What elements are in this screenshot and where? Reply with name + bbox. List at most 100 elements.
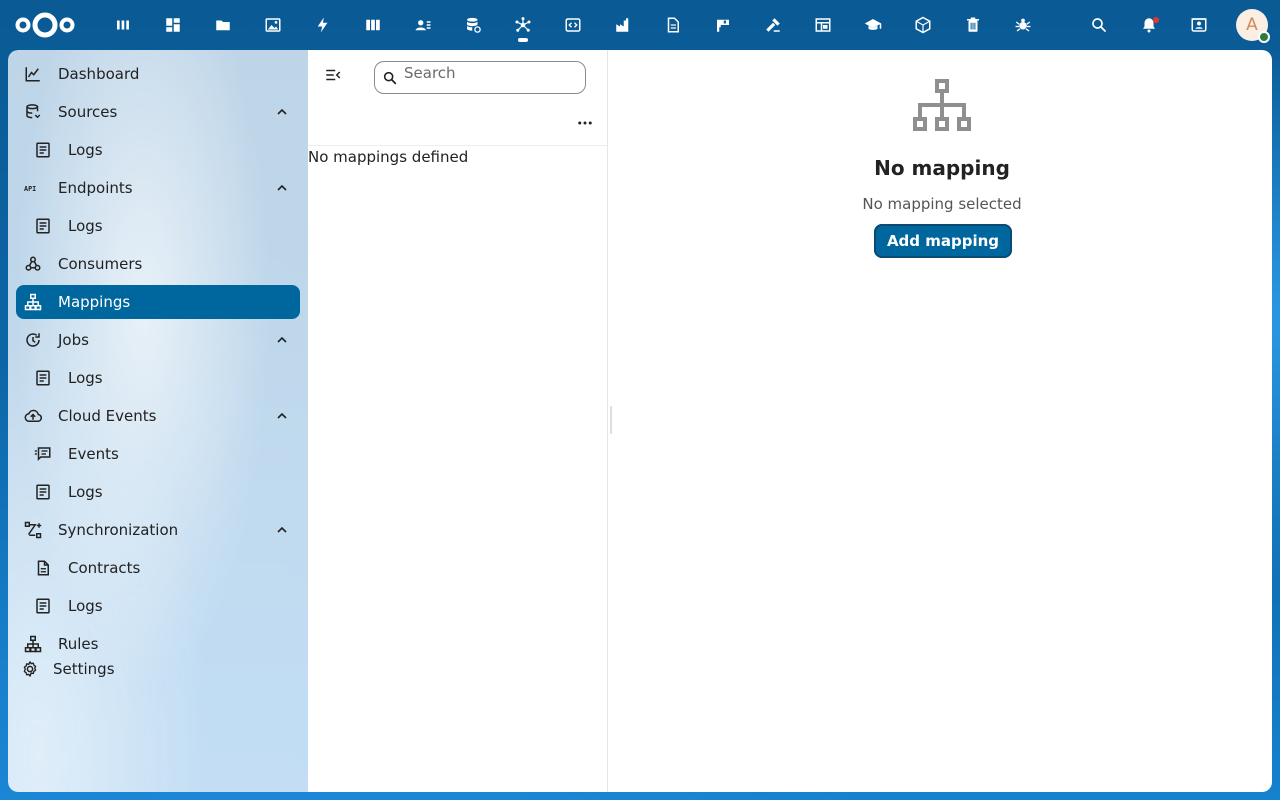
header-app-2[interactable] xyxy=(198,0,248,50)
nav-settings[interactable]: Settings xyxy=(16,652,115,686)
sitemap-icon xyxy=(24,293,42,311)
header-app-4[interactable] xyxy=(298,0,348,50)
user-avatar[interactable]: A xyxy=(1236,9,1270,43)
nav-item-label: Cloud Events xyxy=(58,407,157,425)
nav-item-label: Mappings xyxy=(58,293,131,311)
nav-item-logs[interactable]: Logs xyxy=(16,361,300,395)
mapping-details: No mapping No mapping selected Add mappi… xyxy=(608,50,1272,792)
nav-item-events[interactable]: Events xyxy=(16,437,300,471)
nav-item-dashboard[interactable]: Dashboard xyxy=(16,57,300,91)
navigation-list: Dashboard Sources Logs API Endpoints Logs Cons… xyxy=(16,57,300,665)
chevron-up-icon[interactable] xyxy=(274,104,290,120)
nav-item-label: Logs xyxy=(68,369,103,387)
chevron-up-icon[interactable] xyxy=(274,180,290,196)
document-app-icon xyxy=(667,17,679,33)
trash-app-icon xyxy=(967,17,979,32)
nav-item-label: Logs xyxy=(68,597,103,615)
nav-item-logs[interactable]: Logs xyxy=(16,475,300,509)
sitemap-icon xyxy=(24,635,42,653)
nav-item-sources[interactable]: Sources xyxy=(16,95,300,129)
dots-horizontal-icon xyxy=(578,121,592,125)
search-field[interactable] xyxy=(374,61,586,94)
toggle-navigation-button[interactable] xyxy=(322,64,344,86)
bug-app-icon xyxy=(1015,18,1031,32)
chart-icon xyxy=(24,65,42,83)
header-app-7[interactable] xyxy=(448,0,498,50)
message-text-icon xyxy=(34,445,52,463)
settings-label: Settings xyxy=(53,660,115,678)
header-app-14[interactable] xyxy=(798,0,848,50)
update-icon xyxy=(24,331,42,349)
dashboard-app-icon xyxy=(117,20,129,30)
nav-item-label: Dashboard xyxy=(58,65,140,83)
nav-item-synchronization[interactable]: Synchronization xyxy=(16,513,300,547)
photos-app-icon xyxy=(265,18,281,32)
nav-item-contracts[interactable]: Contracts xyxy=(16,551,300,585)
search-input[interactable] xyxy=(404,63,574,82)
add-mapping-button[interactable]: Add mapping xyxy=(874,224,1012,258)
header-app-12[interactable] xyxy=(698,0,748,50)
header-app-16[interactable] xyxy=(898,0,948,50)
nav-item-label: Events xyxy=(68,445,119,463)
more-actions-button[interactable] xyxy=(574,112,596,134)
widgets-app-icon xyxy=(166,18,180,32)
activity-app-icon xyxy=(317,17,328,33)
header-app-9[interactable] xyxy=(548,0,598,50)
unified-search-button[interactable] xyxy=(1074,0,1124,50)
nav-item-label: Synchronization xyxy=(58,521,179,539)
nav-item-label: Logs xyxy=(68,483,103,501)
nav-item-logs[interactable]: Logs xyxy=(16,589,300,623)
nav-item-logs[interactable]: Logs xyxy=(16,133,300,167)
header-right: A xyxy=(1074,0,1280,50)
header-app-13[interactable] xyxy=(748,0,798,50)
nav-item-label: Rules xyxy=(58,635,99,653)
mappings-list-column: No mappings defined xyxy=(308,50,608,792)
magnify-icon xyxy=(383,71,397,84)
education-app-icon xyxy=(864,19,882,30)
chevron-up-icon[interactable] xyxy=(274,522,290,538)
nav-item-mappings[interactable]: Mappings xyxy=(16,285,300,319)
deck-app-icon xyxy=(366,19,380,31)
nav-item-label: Sources xyxy=(58,103,118,121)
header-app-0[interactable] xyxy=(98,0,148,50)
nav-item-logs[interactable]: Logs xyxy=(16,209,300,243)
nav-item-endpoints[interactable]: API Endpoints xyxy=(16,171,300,205)
nav-item-cloud-events[interactable]: Cloud Events xyxy=(16,399,300,433)
header-app-17[interactable] xyxy=(948,0,998,50)
log-icon xyxy=(34,597,52,615)
header-app-1[interactable] xyxy=(148,0,198,50)
table-app-icon xyxy=(815,18,831,32)
contacts-menu-button[interactable] xyxy=(1174,0,1224,50)
empty-list-text: No mappings defined xyxy=(308,148,469,166)
nextcloud-logo[interactable] xyxy=(14,10,76,40)
header-app-5[interactable] xyxy=(348,0,398,50)
empty-content-subtitle: No mapping selected xyxy=(862,195,1022,213)
chevron-up-icon[interactable] xyxy=(274,408,290,424)
cog-icon xyxy=(21,660,39,678)
file-document-icon xyxy=(34,559,52,577)
log-icon xyxy=(34,217,52,235)
log-icon xyxy=(34,141,52,159)
nav-item-consumers[interactable]: Consumers xyxy=(16,247,300,281)
empty-content-title: No mapping xyxy=(874,156,1010,180)
top-header: A xyxy=(0,0,1280,50)
header-app-11[interactable] xyxy=(648,0,698,50)
openconnector-app-icon xyxy=(515,17,531,32)
nav-item-label: Logs xyxy=(68,217,103,235)
header-app-6[interactable] xyxy=(398,0,448,50)
nav-item-jobs[interactable]: Jobs xyxy=(16,323,300,357)
flag-app-icon xyxy=(717,19,729,32)
cloud-upload-icon xyxy=(24,407,42,425)
notifications-button[interactable] xyxy=(1124,0,1174,50)
chevron-up-icon[interactable] xyxy=(274,332,290,348)
vector-polyline-icon xyxy=(24,521,42,539)
notification-dot xyxy=(1153,17,1159,23)
header-app-3[interactable] xyxy=(248,0,298,50)
header-app-18[interactable] xyxy=(998,0,1048,50)
header-app-8[interactable] xyxy=(498,0,548,50)
header-app-15[interactable] xyxy=(848,0,898,50)
database-icon xyxy=(24,103,42,121)
nav-item-label: Consumers xyxy=(58,255,143,273)
header-app-10[interactable] xyxy=(598,0,648,50)
resize-handle[interactable] xyxy=(610,406,612,434)
